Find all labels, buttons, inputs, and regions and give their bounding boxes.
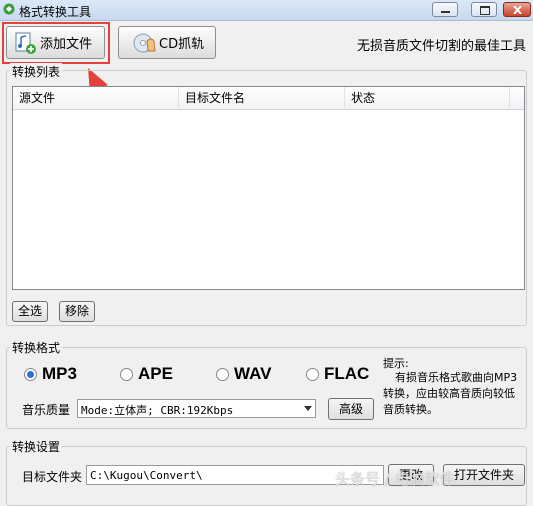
cd-rip-button[interactable]: CD抓轨 xyxy=(118,26,216,59)
radio-wav[interactable] xyxy=(216,368,229,381)
convert-list-title: 转换列表 xyxy=(10,63,63,80)
label-flac: FLAC xyxy=(324,364,370,383)
quality-value: Mode:立体声; CBR:192Kbps xyxy=(81,404,234,417)
open-folder-button[interactable]: 打开文件夹 xyxy=(443,464,525,486)
column-source[interactable]: 源文件 xyxy=(13,87,179,109)
title-bar: 格式转换工具 xyxy=(0,0,533,21)
add-file-label: 添加文件 xyxy=(40,37,93,52)
window-title: 格式转换工具 xyxy=(19,5,92,19)
settings-title: 转换设置 xyxy=(10,438,63,455)
close-button[interactable] xyxy=(503,2,531,17)
radio-flac[interactable] xyxy=(306,368,319,381)
quality-label: 音乐质量 xyxy=(22,403,71,417)
radio-mp3[interactable] xyxy=(24,368,37,381)
select-all-button[interactable]: 全选 xyxy=(12,301,48,322)
chevron-down-icon xyxy=(304,406,312,411)
format-title: 转换格式 xyxy=(10,339,63,356)
quality-select[interactable]: Mode:立体声; CBR:192Kbps xyxy=(77,399,316,418)
tip-text: 有损音乐格式歌曲向MP3转换，应由较高音质向较低音质转换。 xyxy=(383,371,518,416)
watermark-text: 头条号 / 电脑软件 xyxy=(335,470,455,488)
target-folder-value: C:\Kugou\Convert\ xyxy=(90,469,203,482)
radio-ape[interactable] xyxy=(120,368,133,381)
label-ape: APE xyxy=(138,364,173,383)
remove-button[interactable]: 移除 xyxy=(59,301,95,322)
tip-title: 提示: xyxy=(383,357,409,370)
slogan-text: 无损音质文件切割的最佳工具 xyxy=(357,39,527,54)
app-icon xyxy=(3,3,15,15)
column-target[interactable]: 目标文件名 xyxy=(179,87,345,109)
add-file-button[interactable]: 添加文件 xyxy=(6,26,105,59)
close-icon xyxy=(513,6,522,14)
cd-icon xyxy=(133,33,156,52)
list-header: 源文件 目标文件名 状态 xyxy=(13,87,524,110)
advanced-button[interactable]: 高级 xyxy=(328,398,374,420)
file-list[interactable]: 源文件 目标文件名 状态 xyxy=(12,86,525,290)
minimize-icon xyxy=(441,11,450,13)
label-mp3: MP3 xyxy=(42,364,77,383)
maximize-button[interactable] xyxy=(471,2,497,17)
target-folder-label: 目标文件夹 xyxy=(22,470,83,484)
label-wav: WAV xyxy=(234,364,272,383)
column-status[interactable]: 状态 xyxy=(345,87,510,109)
minimize-button[interactable] xyxy=(432,2,458,17)
maximize-icon xyxy=(480,6,490,15)
cd-rip-label: CD抓轨 xyxy=(159,37,205,52)
add-file-icon xyxy=(15,32,36,54)
